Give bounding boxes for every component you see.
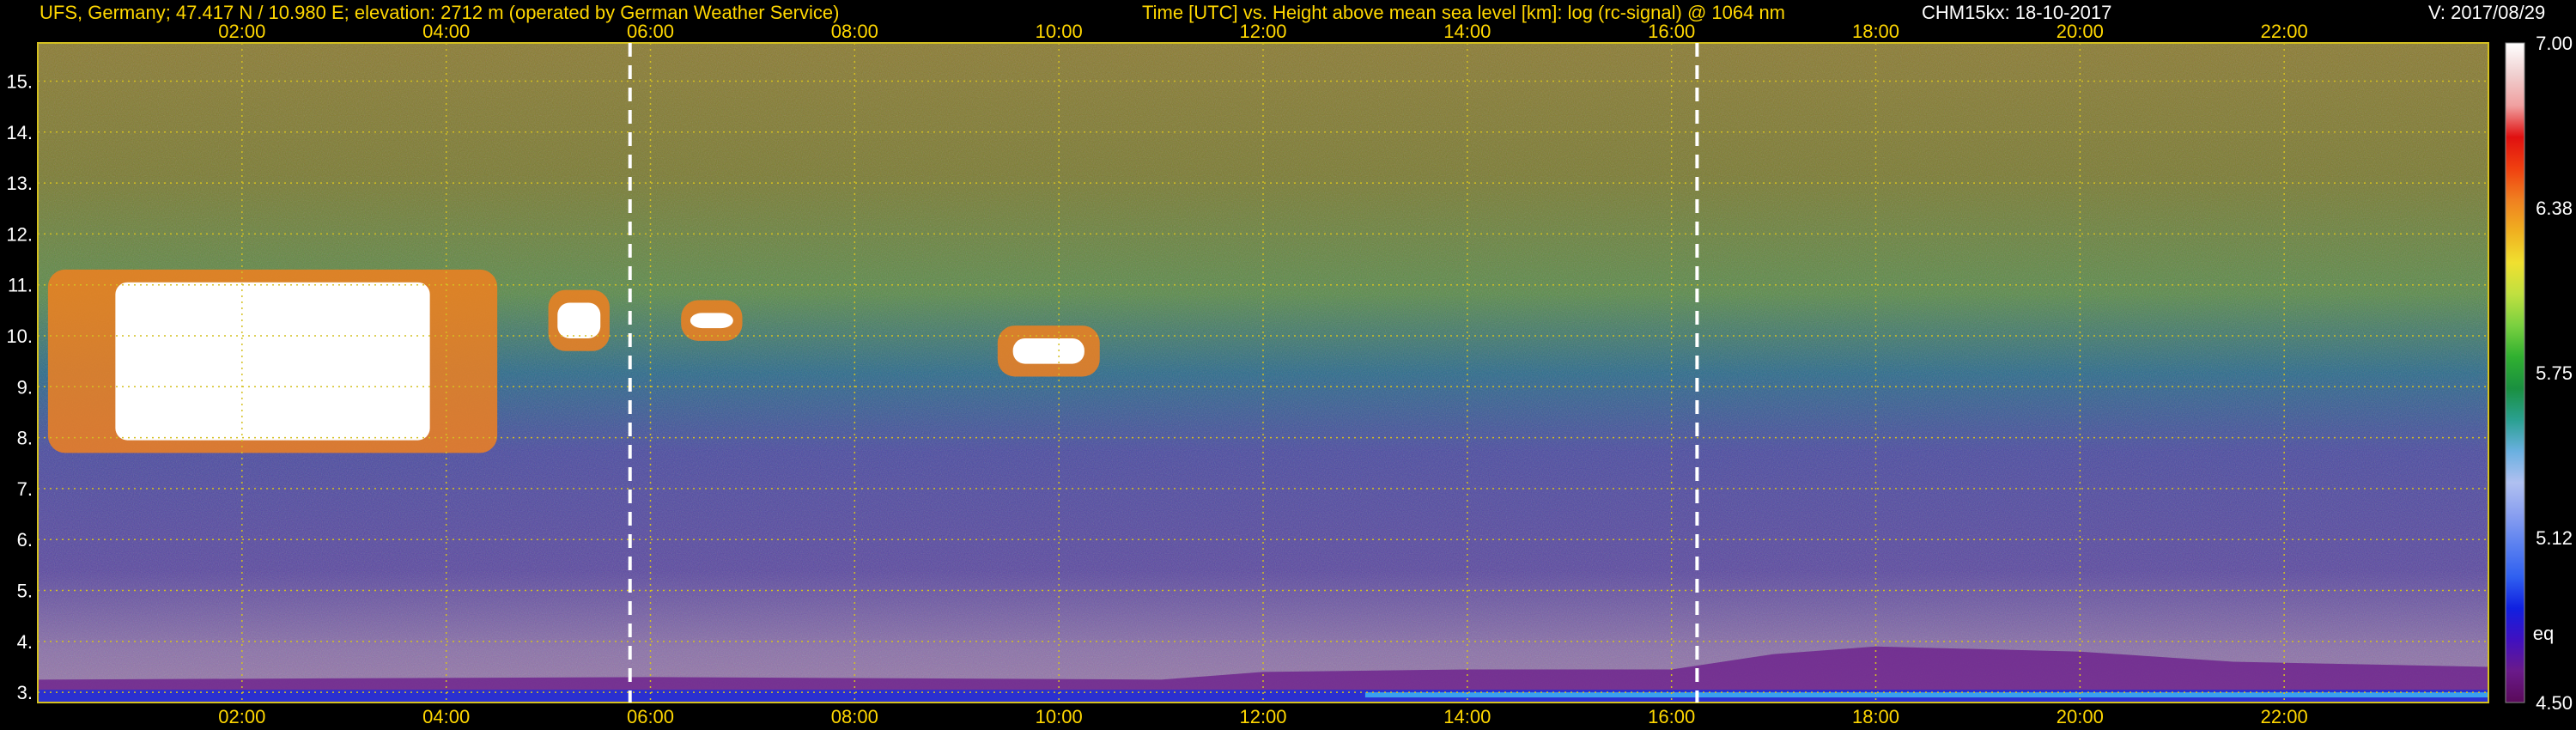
colorbar-bar xyxy=(2505,42,2525,703)
x-tick-label-bottom: 12:00 xyxy=(1239,706,1286,727)
x-tick-label-top: 20:00 xyxy=(2057,21,2104,42)
y-axis: 3. 4. 5. 6. 7. 8. 9. 10. 11. 12. 13. 14. 15. xyxy=(6,70,33,703)
y-tick-label: 9. xyxy=(17,376,33,398)
x-tick-label-top: 02:00 xyxy=(218,21,265,42)
colorbar-tick-label: 7.00 xyxy=(2536,33,2573,54)
colorbar-tick-label: 5.12 xyxy=(2536,527,2573,549)
y-tick-label: 10. xyxy=(6,325,33,347)
colorbar-tick-label: 5.75 xyxy=(2536,362,2573,384)
x-tick-label-bottom: 18:00 xyxy=(1852,706,1899,727)
x-tick-label-bottom: 06:00 xyxy=(627,706,674,727)
x-axis-bottom: 02:00 04:00 06:00 08:00 10:00 12:00 14:00 16:00… xyxy=(218,706,2307,727)
x-tick-label-bottom: 04:00 xyxy=(422,706,470,727)
colorbar-small-label: eq xyxy=(2533,623,2554,644)
cloud-layer xyxy=(1012,338,1084,364)
x-tick-label-bottom: 10:00 xyxy=(1036,706,1083,727)
near-surface-strong-signal xyxy=(1364,692,2488,698)
x-tick-label-top: 04:00 xyxy=(422,21,470,42)
y-tick-label: 15. xyxy=(6,70,33,92)
cloud-layer xyxy=(557,302,601,338)
x-tick-label-bottom: 20:00 xyxy=(2057,706,2104,727)
x-tick-label-bottom: 16:00 xyxy=(1648,706,1695,727)
y-tick-label: 7. xyxy=(17,478,33,500)
y-tick-label: 11. xyxy=(8,275,33,296)
colorbar-tick-label: 4.50 xyxy=(2536,692,2573,714)
x-tick-label-bottom: 08:00 xyxy=(831,706,878,727)
colorbar: 7.00 6.38 5.75 5.12 4.50 eq xyxy=(2505,33,2573,714)
x-tick-label-top: 06:00 xyxy=(627,21,674,42)
x-tick-label-top: 18:00 xyxy=(1852,21,1899,42)
cloud-layer xyxy=(690,313,733,329)
x-tick-label-top: 16:00 xyxy=(1648,21,1695,42)
colorbar-tick-label: 6.38 xyxy=(2536,198,2573,219)
y-tick-label: 5. xyxy=(17,581,33,602)
x-tick-label-bottom: 02:00 xyxy=(218,706,265,727)
y-tick-label: 13. xyxy=(6,173,33,194)
x-tick-label-top: 10:00 xyxy=(1036,21,1083,42)
x-tick-label-top: 12:00 xyxy=(1239,21,1286,42)
x-tick-label-top: 22:00 xyxy=(2261,21,2308,42)
y-tick-label: 12. xyxy=(6,223,33,245)
cloud-layer xyxy=(115,282,430,441)
y-tick-label: 4. xyxy=(17,631,33,653)
x-tick-label-bottom: 14:00 xyxy=(1443,706,1491,727)
x-tick-label-bottom: 22:00 xyxy=(2261,706,2308,727)
x-axis-top: 02:00 04:00 06:00 08:00 10:00 12:00 14:00 16:00… xyxy=(218,21,2307,42)
y-tick-label: 3. xyxy=(17,682,33,703)
y-tick-label: 8. xyxy=(17,428,33,449)
x-tick-label-top: 14:00 xyxy=(1443,21,1491,42)
y-tick-label: 14. xyxy=(6,122,33,143)
ceilometer-chart: 02:00 04:00 06:00 08:00 10:00 12:00 14:00 16:00… xyxy=(6,21,2573,727)
y-tick-label: 6. xyxy=(17,529,33,551)
x-tick-label-top: 08:00 xyxy=(831,21,878,42)
